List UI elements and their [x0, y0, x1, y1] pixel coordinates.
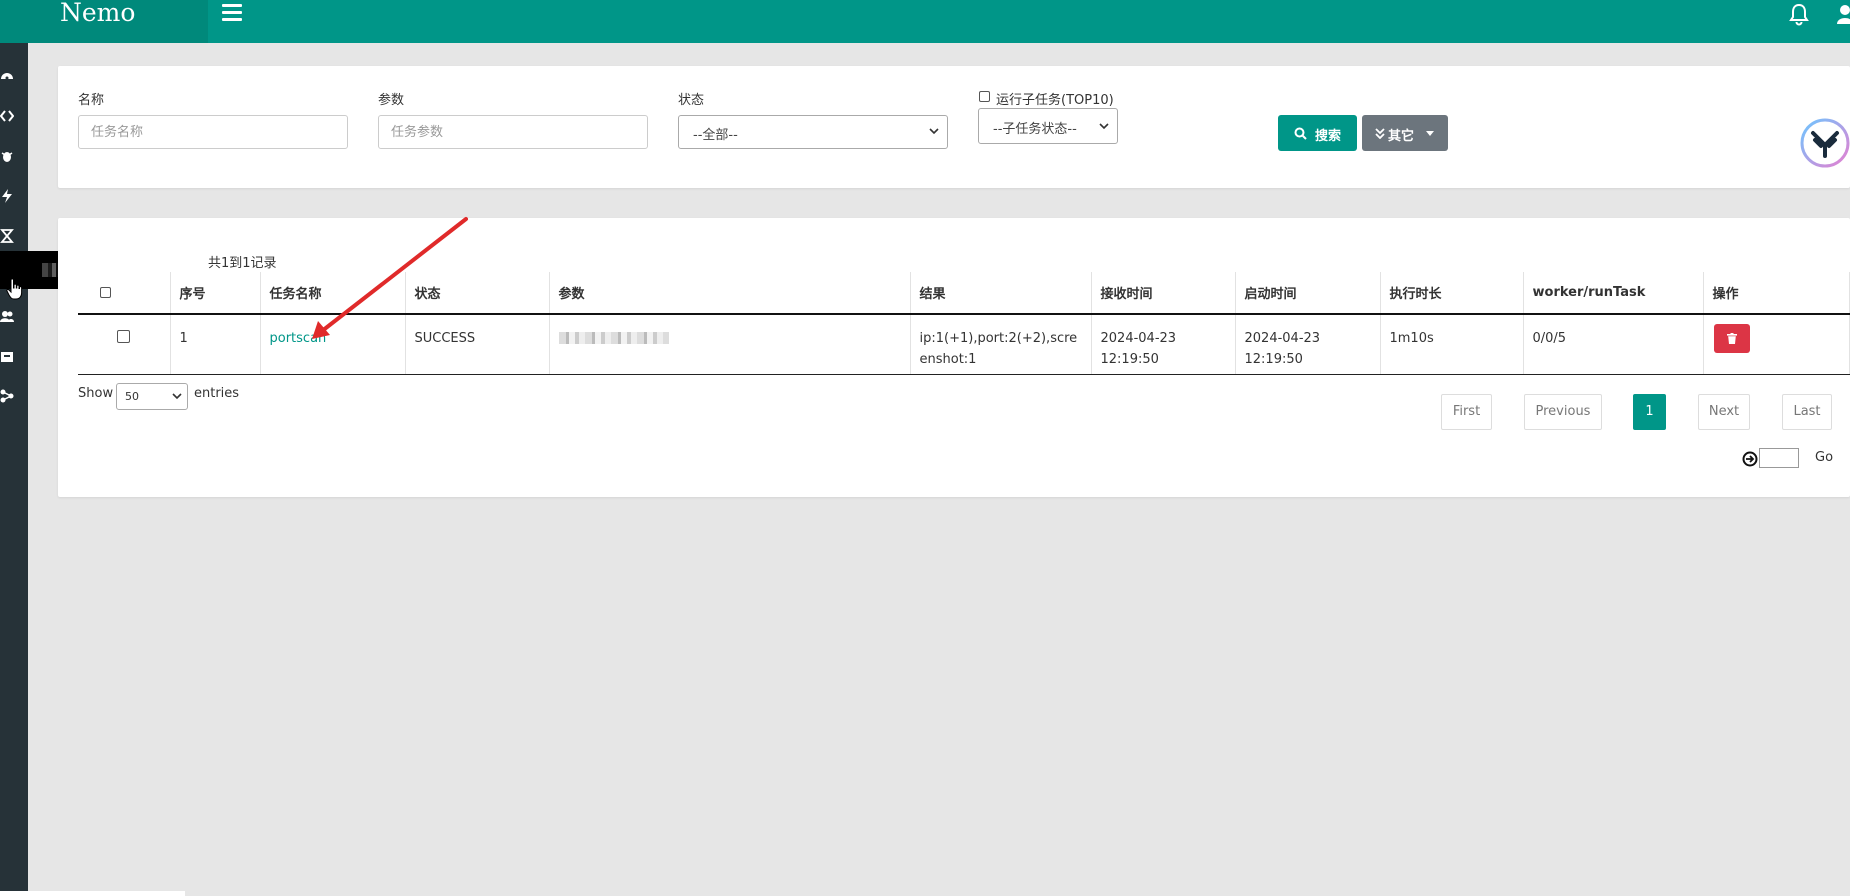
select-all-checkbox[interactable] — [100, 287, 112, 298]
task-param-input[interactable] — [378, 115, 648, 149]
header-worker-runtask[interactable]: worker/runTask — [1523, 272, 1704, 315]
entries-label: entries — [194, 386, 240, 401]
header-result[interactable]: 结果 — [910, 272, 1092, 315]
status-select[interactable]: --全部-- — [678, 115, 948, 149]
sidebar — [0, 43, 28, 896]
double-chevron-down-icon — [1375, 128, 1385, 139]
header-task-name[interactable]: 任务名称 — [260, 272, 406, 315]
subtask-status-select[interactable]: --子任务状态-- — [978, 108, 1118, 144]
app-logo-icon[interactable] — [1800, 118, 1850, 168]
pagination-first[interactable]: First — [1441, 394, 1492, 430]
header-status[interactable]: 状态 — [405, 272, 550, 315]
row-index: 1 — [170, 314, 261, 375]
pagination-previous[interactable]: Previous — [1524, 394, 1602, 430]
header-started-time[interactable]: 启动时间 — [1235, 272, 1381, 315]
page-length-select[interactable]: 50 — [116, 383, 188, 410]
arrow-circle-right-icon — [1742, 451, 1758, 467]
goto-button[interactable]: Go — [1815, 450, 1833, 465]
menu-toggle-icon[interactable] — [222, 4, 242, 22]
status-select-value: --全部-- — [693, 128, 738, 143]
param-label: 参数 — [378, 93, 405, 108]
header-select-all[interactable] — [78, 272, 171, 315]
archive-icon[interactable] — [0, 349, 14, 363]
task-table: 序号 任务名称 状态 参数 结果 接收时间 启动时间 执行时长 worker/r… — [78, 272, 1850, 375]
task-param-field[interactable] — [379, 116, 647, 148]
row-duration: 1m10s — [1380, 314, 1524, 375]
status-label: 状态 — [678, 93, 705, 108]
row-status: SUCCESS — [405, 314, 550, 375]
goto-page-input[interactable] — [1759, 448, 1799, 468]
caret-down-icon — [1426, 131, 1434, 136]
code-icon[interactable] — [0, 109, 14, 123]
header-actions: 操作 — [1703, 272, 1850, 315]
page-length-value: 50 — [125, 390, 139, 403]
row-select-cell — [78, 314, 171, 375]
pagination-next[interactable]: Next — [1698, 394, 1750, 430]
task-name-field[interactable] — [79, 116, 347, 148]
table-header-row: 序号 任务名称 状态 参数 结果 接收时间 启动时间 执行时长 worker/r… — [78, 272, 1850, 315]
chevron-down-icon — [172, 393, 182, 400]
top-navbar: Nemo — [0, 0, 1850, 43]
hourglass-icon[interactable] — [0, 229, 14, 243]
table-row: 1 portscan SUCCESS ip:1(+1),port:2(+2),s… — [78, 314, 1850, 375]
brand[interactable]: Nemo — [0, 0, 208, 43]
task-name-link[interactable]: portscan — [270, 331, 327, 346]
brand-name: Nemo — [60, 0, 136, 27]
blurred-params — [558, 332, 669, 344]
header-received-time[interactable]: 接收时间 — [1091, 272, 1236, 315]
header-params[interactable]: 参数 — [549, 272, 911, 315]
lightning-icon[interactable] — [0, 189, 14, 203]
subtask-checkbox[interactable] — [979, 91, 990, 102]
row-worker-runtask: 0/0/5 — [1523, 314, 1704, 375]
row-received-time: 2024-04-23 12:19:50 — [1091, 314, 1236, 375]
chevron-down-icon — [929, 128, 939, 135]
user-icon[interactable] — [1836, 2, 1850, 26]
other-button-label: 其它 — [1388, 129, 1415, 144]
users-icon[interactable] — [0, 309, 14, 323]
search-button-label: 搜索 — [1315, 129, 1342, 144]
bottom-strip — [0, 891, 185, 896]
row-started-time: 2024-04-23 12:19:50 — [1235, 314, 1381, 375]
row-checkbox[interactable] — [117, 330, 131, 343]
search-button[interactable]: 搜索 — [1278, 115, 1357, 151]
other-dropdown-button[interactable]: 其它 — [1362, 115, 1448, 151]
row-result: ip:1(+1),port:2(+2),screenshot:1 — [910, 314, 1092, 375]
row-task-name-cell: portscan — [260, 314, 406, 375]
search-icon — [1294, 127, 1307, 140]
table-info: 共1到1记录 — [208, 256, 277, 271]
header-index[interactable]: 序号 — [170, 272, 261, 315]
trash-icon — [1726, 333, 1737, 344]
pagination-page-1[interactable]: 1 — [1633, 394, 1666, 430]
task-name-input[interactable] — [78, 115, 348, 149]
row-actions-cell — [1703, 314, 1850, 375]
show-label: Show — [78, 386, 114, 401]
name-label: 名称 — [78, 93, 105, 108]
row-params-cell — [549, 314, 911, 375]
hand-cursor-icon — [6, 278, 23, 300]
subtask-label: 运行子任务(TOP10) — [996, 93, 1114, 108]
delete-button[interactable] — [1713, 324, 1750, 353]
pagination-last[interactable]: Last — [1782, 394, 1832, 430]
header-duration[interactable]: 执行时长 — [1380, 272, 1524, 315]
chevron-down-icon — [1099, 123, 1109, 130]
subtask-status-value: --子任务状态-- — [993, 122, 1077, 137]
bug-icon[interactable] — [0, 149, 14, 163]
bell-icon[interactable] — [1788, 2, 1810, 26]
dashboard-icon[interactable] — [0, 69, 14, 83]
network-icon[interactable] — [0, 389, 14, 403]
